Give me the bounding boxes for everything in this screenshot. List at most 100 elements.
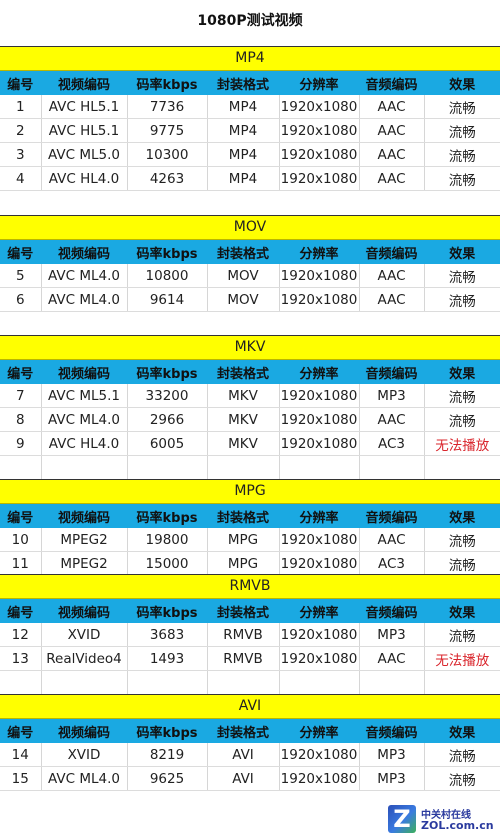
column-header: 效果: [424, 240, 500, 264]
table-cell: 15: [0, 766, 42, 791]
zol-logo-icon: Z: [388, 805, 416, 833]
table-cell: AVI: [207, 766, 280, 791]
watermark-en: ZOL.com.cn: [421, 819, 494, 832]
column-header: 封装格式: [207, 240, 280, 264]
column-header: 视频编码: [41, 71, 128, 95]
table-cell: [424, 455, 500, 480]
section-format-label: MOV: [0, 216, 500, 240]
table-cell: 8219: [127, 743, 208, 767]
table-cell: RMVB: [207, 646, 280, 671]
table-cell: 流畅: [424, 166, 500, 191]
table-header-row: 编号 视频编码 码率kbps 封装格式 分辨率 音频编码 效果: [0, 360, 500, 384]
table-cell: 11: [0, 551, 42, 576]
table-cell: MP3: [359, 384, 425, 408]
column-header: 封装格式: [207, 599, 280, 623]
table-cell: AVC HL4.0: [41, 166, 128, 191]
table-cell: MPEG2: [41, 551, 128, 576]
table-row: 10 MPEG2 19800 MPG 1920x1080 AAC 流畅: [0, 528, 500, 552]
table-cell: 3: [0, 142, 42, 167]
empty-row: [0, 670, 500, 695]
table-header-row: 编号 视频编码 码率kbps 封装格式 分辨率 音频编码 效果: [0, 719, 500, 743]
table-cell: [359, 455, 425, 480]
table-cell: 1: [0, 95, 42, 119]
column-header: 码率kbps: [127, 360, 208, 384]
column-header: 分辨率: [279, 599, 360, 623]
table-cell: 1920x1080: [279, 166, 360, 191]
table-cell: 5: [0, 264, 42, 288]
table-cell: MOV: [207, 264, 280, 288]
table-cell: MOV: [207, 287, 280, 312]
column-header: 编号: [0, 719, 42, 743]
table-cell: AAC: [359, 407, 425, 432]
table-cell: MP4: [207, 166, 280, 191]
table-cell: 9: [0, 431, 42, 456]
table-cell: [359, 670, 425, 695]
table-header-row: 编号 视频编码 码率kbps 封装格式 分辨率 音频编码 效果: [0, 504, 500, 528]
table-cell: MKV: [207, 384, 280, 408]
column-header: 封装格式: [207, 504, 280, 528]
results-table: 编号 视频编码 码率kbps 封装格式 分辨率 音频编码 效果 14 XVID 8219 AVI 19…: [0, 719, 500, 791]
column-header: 音频编码: [359, 240, 425, 264]
table-cell: 无法播放: [424, 646, 500, 671]
table-cell: 流畅: [424, 264, 500, 288]
column-header: 视频编码: [41, 240, 128, 264]
column-header: 效果: [424, 504, 500, 528]
results-table: 编号 视频编码 码率kbps 封装格式 分辨率 音频编码 效果 10 MPEG2 19800 MPG…: [0, 504, 500, 576]
column-header: 封装格式: [207, 360, 280, 384]
table-cell: AVC ML4.0: [41, 264, 128, 288]
table-cell: [279, 670, 360, 695]
table-cell: MKV: [207, 407, 280, 432]
table-cell: AAC: [359, 287, 425, 312]
column-header: 封装格式: [207, 719, 280, 743]
column-header: 码率kbps: [127, 240, 208, 264]
table-cell: 10800: [127, 264, 208, 288]
table-cell: 1920x1080: [279, 528, 360, 552]
table-cell: 1920x1080: [279, 431, 360, 456]
table-cell: XVID: [41, 743, 128, 767]
table-cell: MP3: [359, 766, 425, 791]
column-header: 音频编码: [359, 360, 425, 384]
section-format-label: MPG: [0, 480, 500, 504]
table-row: 3 AVC ML5.0 10300 MP4 1920x1080 AAC 流畅: [0, 142, 500, 167]
column-header: 分辨率: [279, 719, 360, 743]
table-cell: 流畅: [424, 287, 500, 312]
table-cell: AAC: [359, 166, 425, 191]
table-cell: AAC: [359, 264, 425, 288]
column-header: 码率kbps: [127, 71, 208, 95]
table-cell: 19800: [127, 528, 208, 552]
page-title: 1080P测试视频: [197, 13, 303, 29]
table-cell: AAC: [359, 118, 425, 143]
table-cell: AVC ML5.0: [41, 142, 128, 167]
table-cell: MP3: [359, 743, 425, 767]
table-cell: [424, 670, 500, 695]
column-header: 效果: [424, 599, 500, 623]
column-header: 视频编码: [41, 599, 128, 623]
column-header: 视频编码: [41, 360, 128, 384]
table-cell: 13: [0, 646, 42, 671]
table-cell: [127, 670, 208, 695]
table-cell: AVC ML5.1: [41, 384, 128, 408]
column-header: 音频编码: [359, 71, 425, 95]
table-cell: AVC HL5.1: [41, 95, 128, 119]
column-header: 音频编码: [359, 504, 425, 528]
table-cell: 流畅: [424, 407, 500, 432]
column-header: 码率kbps: [127, 504, 208, 528]
table-cell: RMVB: [207, 623, 280, 647]
table-row: 2 AVC HL5.1 9775 MP4 1920x1080 AAC 流畅: [0, 118, 500, 143]
column-header: 效果: [424, 719, 500, 743]
table-row: 15 AVC ML4.0 9625 AVI 1920x1080 MP3 流畅: [0, 766, 500, 791]
column-header: 编号: [0, 504, 42, 528]
section-format-label: RMVB: [0, 575, 500, 599]
column-header: 音频编码: [359, 719, 425, 743]
table-row: 4 AVC HL4.0 4263 MP4 1920x1080 AAC 流畅: [0, 166, 500, 191]
table-cell: 4263: [127, 166, 208, 191]
section-mpg: MPG 编号 视频编码 码率kbps 封装格式 分辨率 音频编码 效果 10 MPEG2 19800…: [0, 479, 500, 576]
column-header: 码率kbps: [127, 599, 208, 623]
table-cell: 流畅: [424, 95, 500, 119]
column-header: 码率kbps: [127, 719, 208, 743]
table-cell: MP3: [359, 623, 425, 647]
table-row: 13 RealVideo4 1493 RMVB 1920x1080 AAC 无法播放: [0, 646, 500, 671]
table-cell: 1920x1080: [279, 384, 360, 408]
column-header: 编号: [0, 240, 42, 264]
section-mkv: MKV 编号 视频编码 码率kbps 封装格式 分辨率 音频编码 效果 7 AVC ML5.1 33…: [0, 335, 500, 480]
